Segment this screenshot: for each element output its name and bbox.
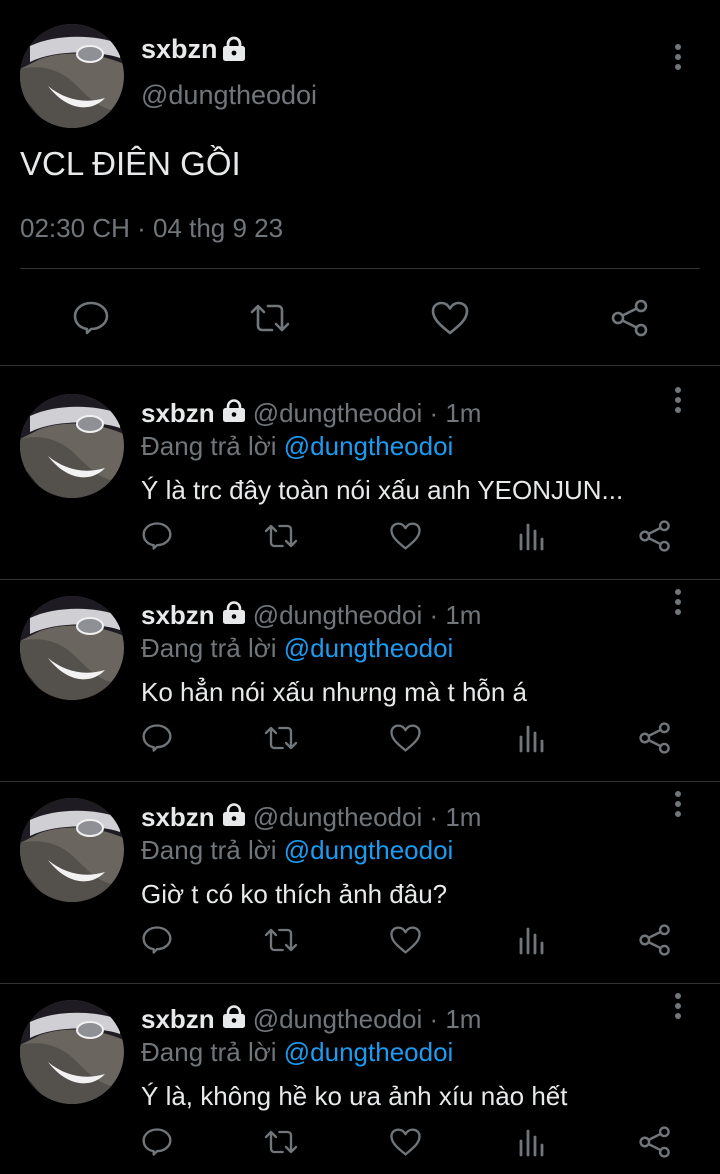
handle[interactable]: @dungtheodoi <box>253 398 423 428</box>
reply-text: Ý là trc đây toàn nói xấu anh YEONJUN... <box>141 475 624 505</box>
more-options-icon[interactable] <box>668 789 688 819</box>
retweet-icon[interactable] <box>248 300 292 336</box>
share-icon[interactable] <box>610 298 650 338</box>
display-name[interactable]: sxbzn <box>141 600 215 630</box>
replying-to: Đang trả lời @dungtheodoi <box>141 1037 453 1068</box>
replying-to: Đang trả lời @dungtheodoi <box>141 431 453 462</box>
divider <box>0 365 720 366</box>
time-ago[interactable]: · 1m <box>429 1004 481 1034</box>
avatar[interactable] <box>20 798 124 902</box>
display-name[interactable]: sxbzn <box>141 34 218 65</box>
mention-link[interactable]: @dungtheodoi <box>284 633 454 663</box>
reply-text: Ý là, không hề ko ưa ảnh xíu nào hết <box>141 1081 568 1111</box>
replying-to-prefix: Đang trả lời <box>141 633 284 663</box>
handle[interactable]: @dungtheodoi <box>253 1004 423 1034</box>
reply-tweet[interactable]: sxbzn @dungtheodoi · 1m Đang trả lời @dun… <box>0 771 720 972</box>
main-tweet: sxbzn @dungtheodoi VCL ĐIÊN GỒI 02:30 CH… <box>0 0 720 365</box>
display-name[interactable]: sxbzn <box>141 802 215 832</box>
more-options-icon[interactable] <box>668 385 688 415</box>
views-icon[interactable] <box>518 925 546 955</box>
share-icon[interactable] <box>638 1125 672 1159</box>
replying-to-prefix: Đang trả lời <box>141 835 284 865</box>
more-options-icon[interactable] <box>668 42 688 72</box>
retweet-icon[interactable] <box>262 723 300 753</box>
mention-link[interactable]: @dungtheodoi <box>284 1037 454 1067</box>
reply-icon[interactable] <box>141 1127 173 1157</box>
lock-icon <box>220 36 248 67</box>
like-icon[interactable] <box>389 521 422 551</box>
more-options-icon[interactable] <box>668 587 688 617</box>
views-icon[interactable] <box>518 521 546 551</box>
share-icon[interactable] <box>638 721 672 755</box>
replying-to: Đang trả lời @dungtheodoi <box>141 835 453 866</box>
reply-tweet[interactable]: sxbzn @dungtheodoi · 1m Đang trả lời @dun… <box>0 973 720 1174</box>
retweet-icon[interactable] <box>262 925 300 955</box>
time-ago[interactable]: · 1m <box>429 600 481 630</box>
like-icon[interactable] <box>389 723 422 753</box>
display-name[interactable]: sxbzn <box>141 1004 215 1034</box>
reply-text: Giờ t có ko thích ảnh đâu? <box>141 879 448 909</box>
views-icon[interactable] <box>518 1127 546 1157</box>
reply-tweet[interactable]: sxbzn @dungtheodoi · 1m Đang trả lời @dun… <box>0 569 720 770</box>
replying-to-prefix: Đang trả lời <box>141 1037 284 1067</box>
handle[interactable]: @dungtheodoi <box>141 80 317 111</box>
retweet-icon[interactable] <box>262 1127 300 1157</box>
share-icon[interactable] <box>638 519 672 553</box>
reply-text: Ko hẳn nói xấu nhưng mà t hỗn á <box>141 677 528 707</box>
replying-to-prefix: Đang trả lời <box>141 431 284 461</box>
lock-icon <box>219 399 249 423</box>
avatar[interactable] <box>20 596 124 700</box>
like-icon[interactable] <box>389 1127 422 1157</box>
reply-icon[interactable] <box>141 723 173 753</box>
display-name[interactable]: sxbzn <box>141 398 215 428</box>
lock-icon <box>219 601 249 625</box>
mention-link[interactable]: @dungtheodoi <box>284 835 454 865</box>
time-ago[interactable]: · 1m <box>429 802 481 832</box>
views-icon[interactable] <box>518 723 546 753</box>
time-ago[interactable]: · 1m <box>429 398 481 428</box>
reply-icon[interactable] <box>72 300 110 336</box>
like-icon[interactable] <box>389 925 422 955</box>
avatar[interactable] <box>20 1000 124 1104</box>
divider <box>20 268 700 269</box>
reply-tweet[interactable]: sxbzn @dungtheodoi · 1m Đang trả lời @dun… <box>0 367 720 568</box>
tweet-text: VCL ĐIÊN GỒI <box>20 145 241 182</box>
handle[interactable]: @dungtheodoi <box>253 600 423 630</box>
reply-icon[interactable] <box>141 521 173 551</box>
like-icon[interactable] <box>430 300 470 336</box>
lock-icon <box>219 803 249 827</box>
reply-icon[interactable] <box>141 925 173 955</box>
avatar[interactable] <box>20 24 124 128</box>
replying-to: Đang trả lời @dungtheodoi <box>141 633 453 664</box>
mention-link[interactable]: @dungtheodoi <box>284 431 454 461</box>
more-options-icon[interactable] <box>668 991 688 1021</box>
handle[interactable]: @dungtheodoi <box>253 802 423 832</box>
lock-icon <box>219 1005 249 1029</box>
timestamp[interactable]: 02:30 CH · 04 thg 9 23 <box>20 213 283 244</box>
share-icon[interactable] <box>638 923 672 957</box>
avatar[interactable] <box>20 394 124 498</box>
retweet-icon[interactable] <box>262 521 300 551</box>
